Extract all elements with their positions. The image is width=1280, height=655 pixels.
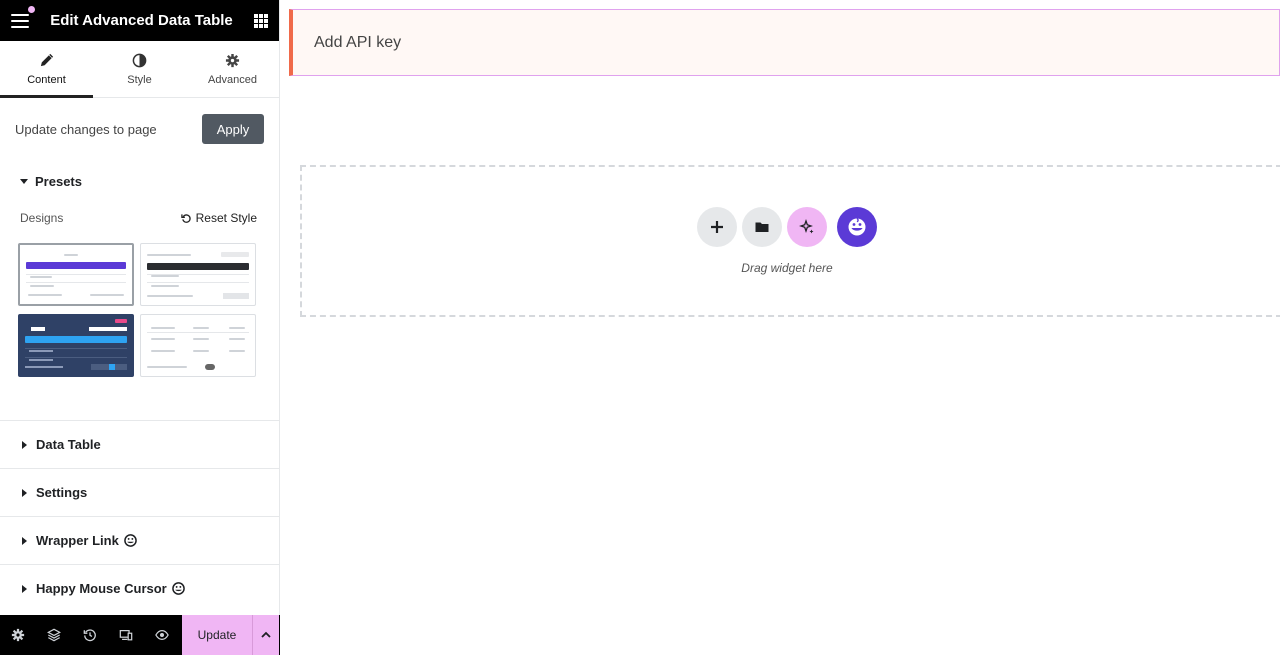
history-icon[interactable]	[72, 615, 108, 655]
designs-label: Designs	[20, 211, 64, 225]
caret-down-icon	[20, 178, 28, 184]
editor-panel: Edit Advanced Data Table Content Style A…	[0, 0, 280, 655]
notification-dot	[28, 5, 35, 13]
api-key-notice: Add API key	[289, 9, 1280, 76]
drop-zone-buttons	[697, 207, 877, 247]
reset-icon	[180, 213, 191, 223]
tab-content-label: Content	[27, 73, 66, 86]
settings-section: Settings	[0, 468, 279, 516]
preview-eye-icon[interactable]	[144, 615, 180, 655]
designs-grid	[0, 235, 279, 377]
menu-icon[interactable]	[11, 5, 35, 28]
api-key-notice-text: Add API key	[314, 33, 402, 51]
settings-gear-icon[interactable]	[0, 615, 36, 655]
tab-advanced-label: Advanced	[208, 73, 257, 86]
gear-icon	[225, 53, 240, 67]
design-preset-3[interactable]	[18, 314, 134, 377]
folder-icon	[755, 222, 769, 232]
preview-canvas: Add API key Drag widget here	[281, 0, 1280, 655]
reset-style-label: Reset Style	[195, 211, 257, 225]
responsive-mode-icon[interactable]	[108, 615, 144, 655]
designs-row: Designs Reset Style	[0, 201, 279, 235]
apply-row: Update changes to page Apply	[0, 98, 279, 160]
design-preset-1[interactable]	[18, 243, 134, 306]
caret-right-icon	[22, 488, 27, 497]
ai-assistant-button[interactable]	[787, 207, 827, 247]
caret-right-icon	[22, 440, 27, 449]
half-circle-icon	[132, 53, 147, 67]
apply-button[interactable]: Apply	[202, 114, 264, 144]
caret-right-icon	[22, 584, 27, 593]
tab-advanced[interactable]: Advanced	[186, 41, 279, 97]
happy-addons-icon	[124, 534, 137, 547]
plus-icon	[711, 221, 723, 233]
reset-style-button[interactable]: Reset Style	[180, 211, 257, 225]
update-options-chevron-up-icon[interactable]	[252, 615, 279, 655]
panel-header: Edit Advanced Data Table	[0, 0, 279, 41]
presets-section-toggle[interactable]: Presets	[0, 161, 279, 201]
happy-mouse-cursor-section-label: Happy Mouse Cursor	[36, 581, 167, 596]
update-button[interactable]: Update	[182, 615, 252, 655]
settings-section-label: Settings	[36, 485, 88, 500]
design-preset-4[interactable]	[140, 314, 256, 377]
panel-footer: Update	[0, 615, 280, 655]
navigator-layers-icon[interactable]	[36, 615, 72, 655]
wrapper-link-section: Wrapper Link	[0, 516, 279, 564]
panel-tabs: Content Style Advanced	[0, 41, 279, 98]
happy-addons-icon	[171, 582, 185, 595]
happy-mouse-cursor-section: Happy Mouse Cursor	[0, 564, 279, 612]
presets-title: Presets	[35, 173, 82, 189]
tab-style-label: Style	[127, 73, 152, 86]
happy-addons-templates-button[interactable]	[837, 207, 877, 247]
wrapper-link-section-toggle[interactable]: Wrapper Link	[0, 517, 279, 564]
wrapper-link-section-label: Wrapper Link	[36, 533, 119, 548]
widgets-grid-icon[interactable]	[253, 13, 268, 28]
data-table-section-label: Data Table	[36, 437, 101, 452]
widget-drop-zone[interactable]: Drag widget here	[300, 165, 1280, 317]
sparkle-icon	[799, 219, 814, 234]
add-template-button[interactable]	[742, 207, 782, 247]
tab-style[interactable]: Style	[93, 41, 186, 97]
data-table-section: Data Table	[0, 420, 279, 468]
panel-title: Edit Advanced Data Table	[50, 12, 233, 29]
data-table-section-toggle[interactable]: Data Table	[0, 421, 279, 468]
caret-right-icon	[22, 536, 27, 545]
design-preset-2[interactable]	[140, 243, 256, 306]
happy-addons-icon	[848, 217, 866, 236]
happy-mouse-cursor-section-toggle[interactable]: Happy Mouse Cursor	[0, 565, 279, 612]
tab-content[interactable]: Content	[0, 41, 93, 98]
apply-row-label: Update changes to page	[15, 121, 157, 137]
settings-section-toggle[interactable]: Settings	[0, 469, 279, 516]
drop-zone-text: Drag widget here	[741, 261, 833, 275]
add-section-button[interactable]	[697, 207, 737, 247]
pencil-icon	[40, 53, 54, 66]
